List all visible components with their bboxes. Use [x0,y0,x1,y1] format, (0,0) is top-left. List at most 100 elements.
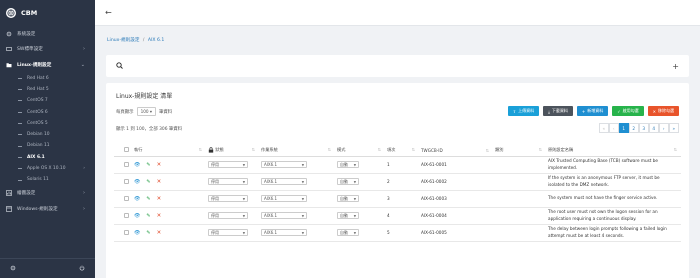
status-select[interactable]: 停用 ▼ [208,229,248,236]
sidebar-subitem-solaris-11[interactable]: Solaris 11 [0,174,95,185]
delete-x-icon[interactable]: ✕ [157,162,162,168]
row-checkbox[interactable] [124,212,129,218]
mode-select[interactable]: 自動 ▼ [337,229,359,236]
sidebar-subitem-centos-6[interactable]: CentOS 6 [0,106,95,117]
status-select[interactable]: 停用 ▼ [208,195,248,202]
page-button[interactable]: 4 [648,123,659,133]
row-checkbox[interactable] [124,195,129,201]
mode-select[interactable]: 自動 ▼ [337,178,359,185]
breadcrumb-parent[interactable]: Linux-規則設定 [107,38,139,43]
os-select[interactable]: AIX6.1 ▼ [261,195,307,202]
edit-pencil-icon[interactable]: ✎ [146,162,150,168]
sidebar-subitem-centos-7[interactable]: CentOS 7 [0,95,95,106]
column-policy-name[interactable]: 原則設定名稱 [546,145,681,157]
gear-icon [6,31,12,37]
sidebar-item-sw-standard[interactable]: SW標準設定 › [0,42,95,58]
page-first-button[interactable]: « [598,123,609,133]
page-last-button[interactable]: » [668,123,679,133]
sidebar-item-label: Linux-規則設定 [17,62,52,68]
column-category[interactable]: 類別 [493,145,546,157]
edit-pencil-icon[interactable]: ✎ [146,179,150,185]
os-select[interactable]: AIX6.1 ▼ [261,229,307,236]
table-row: 👁 ✎ ✕ 停用 ▼ AIX6.1 ▼ 自動 ▼ 5 AIX-61-0005 The delay be… [114,224,681,242]
column-status[interactable]: 狀態 [206,145,259,157]
sidebar-item-system-settings[interactable]: 系統設定 [0,26,95,42]
mode-select[interactable]: 自動 ▼ [337,161,359,168]
sidebar-item-drawing-settings[interactable]: 繪圖設定 › [0,185,95,201]
power-icon[interactable] [79,265,85,273]
record-summary: 顯示 1 到 100，全部 306 筆資料 [116,127,183,132]
row-os-cell: AIX6.1 ▼ [259,224,335,242]
view-icon[interactable]: 👁 [134,196,140,202]
switch-icon [6,46,12,52]
expand-plus-icon[interactable]: + [672,62,679,71]
edit-pencil-icon[interactable]: ✎ [146,213,150,219]
delete-x-icon[interactable]: ✕ [157,196,162,202]
view-icon[interactable]: 👁 [134,179,140,185]
per-page-select[interactable]: 100 ▾ [136,107,157,116]
column-twgcb-id[interactable]: TWGCB-ID [419,145,493,157]
row-checkbox[interactable] [124,229,129,235]
status-select[interactable]: 停用 ▼ [208,178,248,185]
column-order[interactable]: 項次 [385,145,419,157]
download-button[interactable]: ⤓ 下載資料 [543,106,573,116]
upload-button[interactable]: ⇪ 上傳資料 [507,106,540,116]
row-checkbox-cell [114,173,132,191]
status-select[interactable]: 停用 ▼ [208,161,248,168]
rules-table: 執行 狀態 作業系統 模式 項次 TWGCB-ID 類別 原則設定名稱 👁 ✎ ✕ 停… [114,145,681,242]
os-select[interactable]: AIX6.1 ▼ [261,178,307,185]
page-button[interactable]: 1 [618,123,629,133]
column-status-label: 狀態 [215,147,224,153]
row-os-cell: AIX6.1 ▼ [259,156,335,174]
select-all-checkbox[interactable] [124,147,129,153]
delete-x-icon[interactable]: ✕ [157,230,162,236]
caret-down-icon: ▼ [242,196,245,201]
edit-pencil-icon[interactable]: ✎ [146,196,150,202]
remove-selected-button[interactable]: ✕ 移除勾選 [647,106,679,116]
page-next-button[interactable]: › [658,123,669,133]
mode-value: 自動 [340,161,348,167]
sidebar-subitem-centos-5[interactable]: CentOS 5 [0,118,95,129]
column-mode[interactable]: 模式 [335,145,385,157]
caret-down-icon: ▼ [301,162,304,167]
sidebar-item-linux-rules[interactable]: Linux-規則設定 ⌄ [0,57,95,73]
chevron-right-icon: › [83,166,85,172]
sidebar-subitem-redhat-5[interactable]: Red Hat 5 [0,84,95,95]
delete-x-icon[interactable]: ✕ [157,213,162,219]
edit-pencil-icon[interactable]: ✎ [146,230,150,236]
column-os[interactable]: 作業系統 [259,145,335,157]
os-value: AIX6.1 [264,179,278,184]
status-select[interactable]: 停用 ▼ [208,212,248,219]
row-checkbox[interactable] [124,178,129,184]
page-button[interactable]: 2 [628,123,639,133]
add-button[interactable]: + 新增資料 [576,106,609,116]
row-mode-cell: 自動 ▼ [335,207,385,225]
sidebar-item-windows-rules[interactable]: Windows-規則設定 › [0,201,95,217]
search-icon[interactable] [116,61,123,71]
sidebar-subitem-apple-osx[interactable]: Apple OS X 10.10 › [0,163,95,174]
page-button[interactable]: 3 [638,123,649,133]
mode-select[interactable]: 自動 ▼ [337,195,359,202]
mode-select[interactable]: 自動 ▼ [337,212,359,219]
sidebar-subitem-redhat-6[interactable]: Red Hat 6 [0,73,95,84]
view-icon[interactable]: 👁 [134,213,140,219]
sidebar-subitem-debian-10[interactable]: Debian 10 [0,129,95,140]
download-button-label: 下載資料 [551,108,568,113]
view-icon[interactable]: 👁 [134,230,140,236]
caret-down-icon: ▼ [353,179,356,184]
arrow-left-icon[interactable]: ← [105,8,112,17]
os-select[interactable]: AIX6.1 ▼ [261,212,307,219]
sidebar-subitem-debian-11[interactable]: Debian 11 [0,140,95,151]
settings-gear-icon[interactable] [10,265,16,273]
brand[interactable]: CBM [0,0,95,26]
page-prev-button[interactable]: ‹ [608,123,619,133]
download-icon: ⤓ [548,108,550,114]
row-checkbox[interactable] [124,161,129,167]
caret-down-icon: ▼ [301,196,304,201]
delete-x-icon[interactable]: ✕ [157,179,162,185]
column-action[interactable]: 執行 [132,145,206,157]
sidebar-subitem-aix-61[interactable]: AIX 6.1 [0,152,95,163]
view-icon[interactable]: 👁 [134,162,140,168]
os-select[interactable]: AIX6.1 ▼ [261,161,307,168]
enable-selected-button[interactable]: ✓ 啟用勾選 [612,106,644,116]
